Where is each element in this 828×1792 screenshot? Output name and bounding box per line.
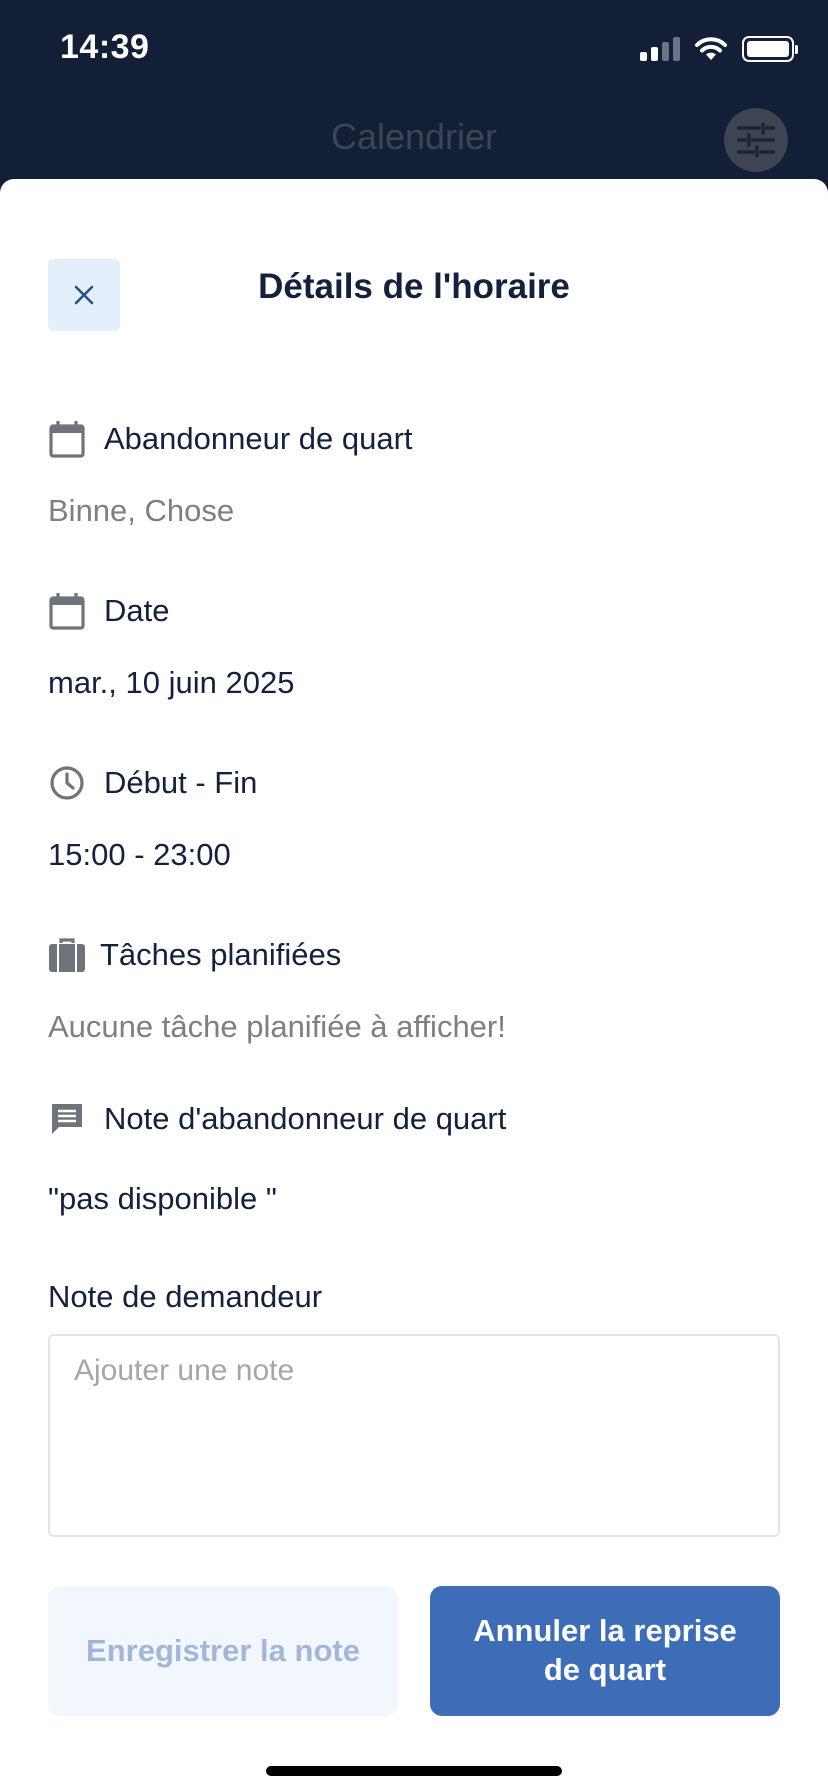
tasks-value: Aucune tâche planifiée à afficher! [48, 1009, 506, 1044]
abandoner-note-label-text: Note d'abandonneur de quart [104, 1101, 507, 1136]
sliders-icon [737, 123, 775, 157]
tasks-label-text: Tâches planifiées [100, 937, 342, 972]
cancel-shift-takeover-button[interactable]: Annuler la reprise de quart [430, 1586, 780, 1716]
schedule-details-sheet: Détails de l'horaire Abandonneur de quar… [0, 179, 828, 1792]
tasks-label: Tâches planifiées [48, 936, 341, 974]
abandoner-value: Binne, Chose [48, 493, 235, 528]
requester-note-label: Note de demandeur [48, 1279, 323, 1314]
battery-icon [742, 36, 798, 62]
save-note-button[interactable]: Enregistrer la note [48, 1586, 398, 1716]
app-header: Calendrier [0, 100, 828, 180]
date-value: mar., 10 juin 2025 [48, 665, 295, 700]
message-icon [48, 1100, 86, 1138]
status-time: 14:39 [60, 28, 150, 66]
time-range-label: Début - Fin [48, 764, 257, 802]
clock-icon [48, 764, 86, 802]
cellular-signal-icon [640, 37, 680, 61]
date-label-text: Date [104, 593, 170, 628]
abandoner-note-label: Note d'abandonneur de quart [48, 1100, 506, 1138]
abandoner-note-value: "pas disponible " [48, 1181, 277, 1216]
sheet-title: Détails de l'horaire [258, 267, 570, 306]
requester-note-input[interactable]: Ajouter une note [48, 1334, 780, 1537]
filter-button[interactable] [724, 108, 788, 172]
abandoner-label-text: Abandonneur de quart [104, 421, 413, 456]
briefcase-icon [48, 936, 86, 974]
status-icons [640, 36, 798, 62]
calendar-icon [48, 592, 86, 630]
date-label: Date [48, 592, 169, 630]
calendar-icon [48, 420, 86, 458]
header-title: Calendrier [330, 116, 498, 157]
abandoner-label: Abandonneur de quart [48, 420, 413, 458]
home-indicator [266, 1766, 562, 1776]
time-range-value: 15:00 - 23:00 [48, 837, 231, 872]
wifi-icon [695, 37, 727, 60]
status-bar: 14:39 [0, 0, 828, 100]
time-range-label-text: Début - Fin [104, 765, 258, 800]
